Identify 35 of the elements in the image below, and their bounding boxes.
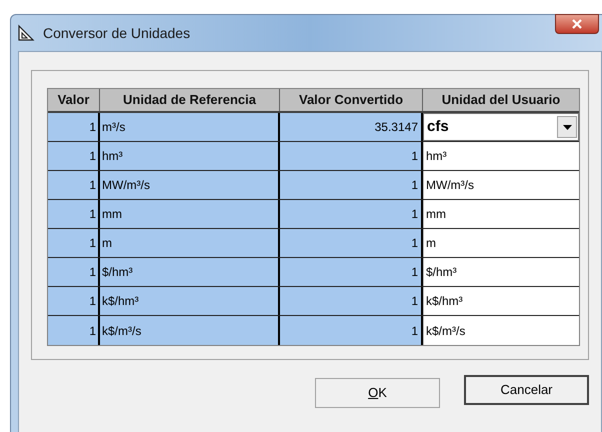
unit-dropdown[interactable]: cfs — [423, 113, 579, 141]
dropdown-arrow-icon — [562, 124, 572, 130]
table-cell: 35.3147 — [280, 113, 423, 141]
table-cell: k$/hm³ — [100, 287, 280, 315]
table-cell: 1 — [280, 142, 423, 170]
column-header: Valor — [48, 89, 100, 111]
table-cell: 1 — [48, 171, 100, 199]
table-cell: 1 — [48, 258, 100, 286]
table-cell: 1 — [280, 316, 423, 345]
table-cell: m³/s — [100, 113, 280, 141]
table-cell: $/hm³ — [100, 258, 280, 286]
table-cell: k$/m³/s — [100, 316, 280, 345]
window-title: Conversor de Unidades — [43, 24, 190, 42]
table-cell: 1 — [280, 287, 423, 315]
column-header: Unidad de Referencia — [100, 89, 280, 111]
table-cell: 1 — [48, 287, 100, 315]
column-header: Valor Convertido — [280, 89, 423, 111]
table-cell: mm — [100, 200, 280, 228]
table-cell: hm³ — [100, 142, 280, 170]
table-cell: 1 — [280, 171, 423, 199]
table-cell: 1 — [48, 113, 100, 141]
close-button[interactable] — [555, 14, 599, 34]
table-cell: MW/m³/s — [100, 171, 280, 199]
table-cell: m — [100, 229, 280, 257]
table-cell: 1 — [280, 200, 423, 228]
table-cell: 1 — [280, 229, 423, 257]
table-cell: 1 — [48, 200, 100, 228]
table-cell: 1 — [48, 229, 100, 257]
table-cell: 1 — [280, 258, 423, 286]
column-header: Unidad del Usuario — [440, 91, 562, 110]
dialog-button[interactable]: Cancelar — [464, 375, 589, 405]
table-cell: 1 — [48, 316, 100, 345]
table-cell: 1 — [48, 142, 100, 170]
dialog-button[interactable]: OK — [315, 378, 440, 408]
close-icon — [572, 19, 582, 29]
